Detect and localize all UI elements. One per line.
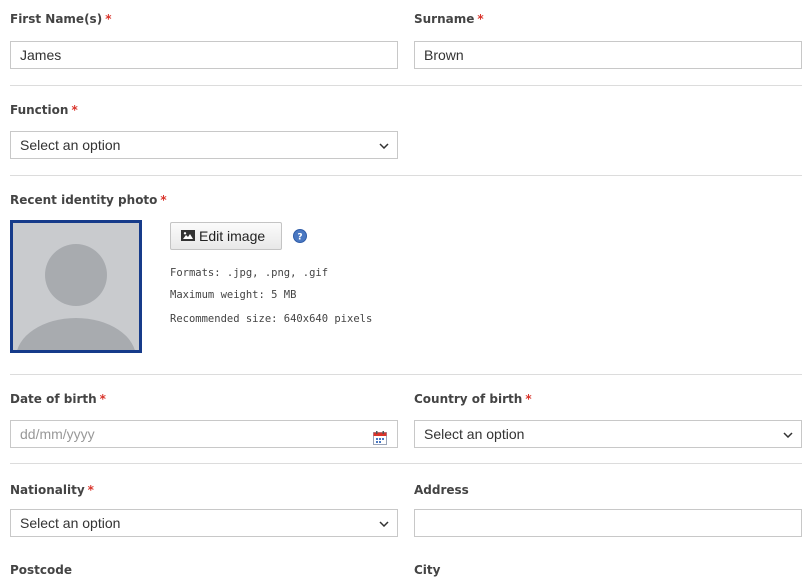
- divider: [10, 175, 802, 176]
- first-name-input[interactable]: James: [10, 41, 398, 69]
- nationality-select[interactable]: Select an option: [10, 509, 398, 537]
- image-icon: [181, 223, 195, 249]
- surname-label: Surname *: [414, 12, 484, 26]
- function-label: Function *: [10, 103, 78, 117]
- required-marker: *: [525, 392, 532, 406]
- date-of-birth-input[interactable]: dd/mm/yyyy: [10, 420, 398, 448]
- identity-photo-placeholder[interactable]: [10, 220, 142, 353]
- photo-label: Recent identity photo *: [10, 193, 167, 207]
- required-marker: *: [99, 392, 106, 406]
- city-label: City: [414, 563, 441, 577]
- help-icon[interactable]: ?: [293, 229, 307, 243]
- required-marker: *: [477, 12, 484, 26]
- chevron-down-icon: [379, 510, 389, 536]
- recommended-size-hint: Recommended size: 640x640 pixels: [170, 313, 373, 325]
- divider: [10, 463, 802, 464]
- required-marker: *: [105, 12, 112, 26]
- country-of-birth-label: Country of birth *: [414, 392, 532, 406]
- postcode-label: Postcode: [10, 563, 73, 577]
- divider: [10, 374, 802, 375]
- required-marker: *: [87, 483, 94, 497]
- country-of-birth-select[interactable]: Select an option: [414, 420, 802, 448]
- avatar-silhouette-icon: [13, 223, 139, 350]
- chevron-down-icon: [379, 132, 389, 158]
- max-weight-hint: Maximum weight: 5 MB: [170, 289, 297, 301]
- address-label: Address: [414, 483, 469, 497]
- date-of-birth-label: Date of birth *: [10, 392, 106, 406]
- required-marker: *: [71, 103, 78, 117]
- first-name-label: First Name(s) *: [10, 12, 112, 26]
- address-input[interactable]: [414, 509, 802, 537]
- divider: [10, 85, 802, 86]
- nationality-label: Nationality *: [10, 483, 94, 497]
- surname-input[interactable]: Brown: [414, 41, 802, 69]
- chevron-down-icon: [783, 421, 793, 447]
- formats-hint: Formats: .jpg, .png, .gif: [170, 267, 329, 279]
- edit-image-button[interactable]: Edit image: [170, 222, 282, 250]
- required-marker: *: [160, 193, 167, 207]
- svg-text:?: ?: [297, 233, 302, 243]
- function-select[interactable]: Select an option: [10, 131, 398, 159]
- calendar-icon[interactable]: [373, 427, 387, 445]
